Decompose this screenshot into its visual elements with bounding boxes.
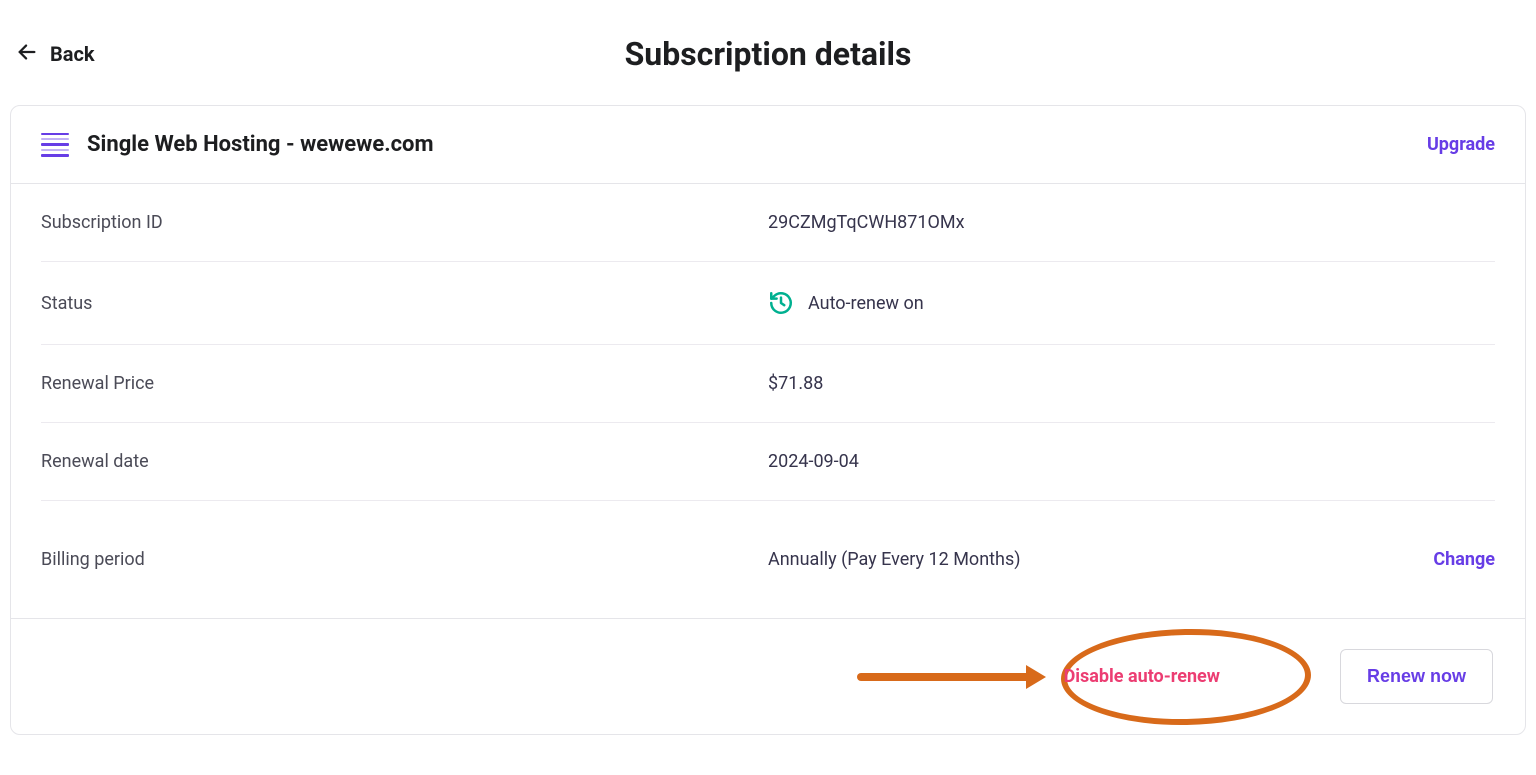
back-button[interactable]: Back [16, 41, 95, 67]
label-renewal-price: Renewal Price [41, 373, 768, 394]
row-subscription-id: Subscription ID 29CZMgTqCWH871OMx [41, 184, 1495, 262]
status-text: Auto-renew on [808, 293, 924, 314]
label-billing-period: Billing period [41, 549, 768, 570]
back-label: Back [50, 42, 95, 66]
card-title: Single Web Hosting - wewewe.com [87, 132, 1409, 157]
upgrade-link[interactable]: Upgrade [1427, 134, 1495, 155]
annotation-arrow-icon [856, 662, 1046, 692]
disable-auto-renew-link[interactable]: Disable auto-renew [1064, 666, 1220, 687]
row-renewal-price: Renewal Price $71.88 [41, 345, 1495, 423]
value-subscription-id: 29CZMgTqCWH871OMx [768, 212, 1379, 233]
change-link[interactable]: Change [1433, 549, 1495, 570]
details-list: Subscription ID 29CZMgTqCWH871OMx Status… [11, 184, 1525, 618]
value-billing-period: Annually (Pay Every 12 Months) [768, 549, 1379, 570]
card-header: Single Web Hosting - wewewe.com Upgrade [11, 106, 1525, 184]
label-subscription-id: Subscription ID [41, 212, 768, 233]
value-renewal-price: $71.88 [768, 373, 1379, 394]
row-status: Status Auto-renew on [41, 262, 1495, 345]
subscription-card: Single Web Hosting - wewewe.com Upgrade … [10, 105, 1526, 735]
hosting-icon [41, 133, 69, 157]
card-footer: Disable auto-renew Renew now [11, 618, 1525, 734]
row-renewal-date: Renewal date 2024-09-04 [41, 423, 1495, 501]
label-status: Status [41, 293, 768, 314]
arrow-left-icon [16, 41, 38, 67]
renew-now-button[interactable]: Renew now [1340, 649, 1493, 704]
value-status: Auto-renew on [768, 290, 1379, 316]
auto-renew-icon [768, 290, 794, 316]
value-renewal-date: 2024-09-04 [768, 451, 1379, 472]
page-header: Back Subscription details [10, 15, 1526, 93]
page-title: Subscription details [10, 35, 1526, 73]
row-billing-period: Billing period Annually (Pay Every 12 Mo… [41, 501, 1495, 618]
label-renewal-date: Renewal date [41, 451, 768, 472]
